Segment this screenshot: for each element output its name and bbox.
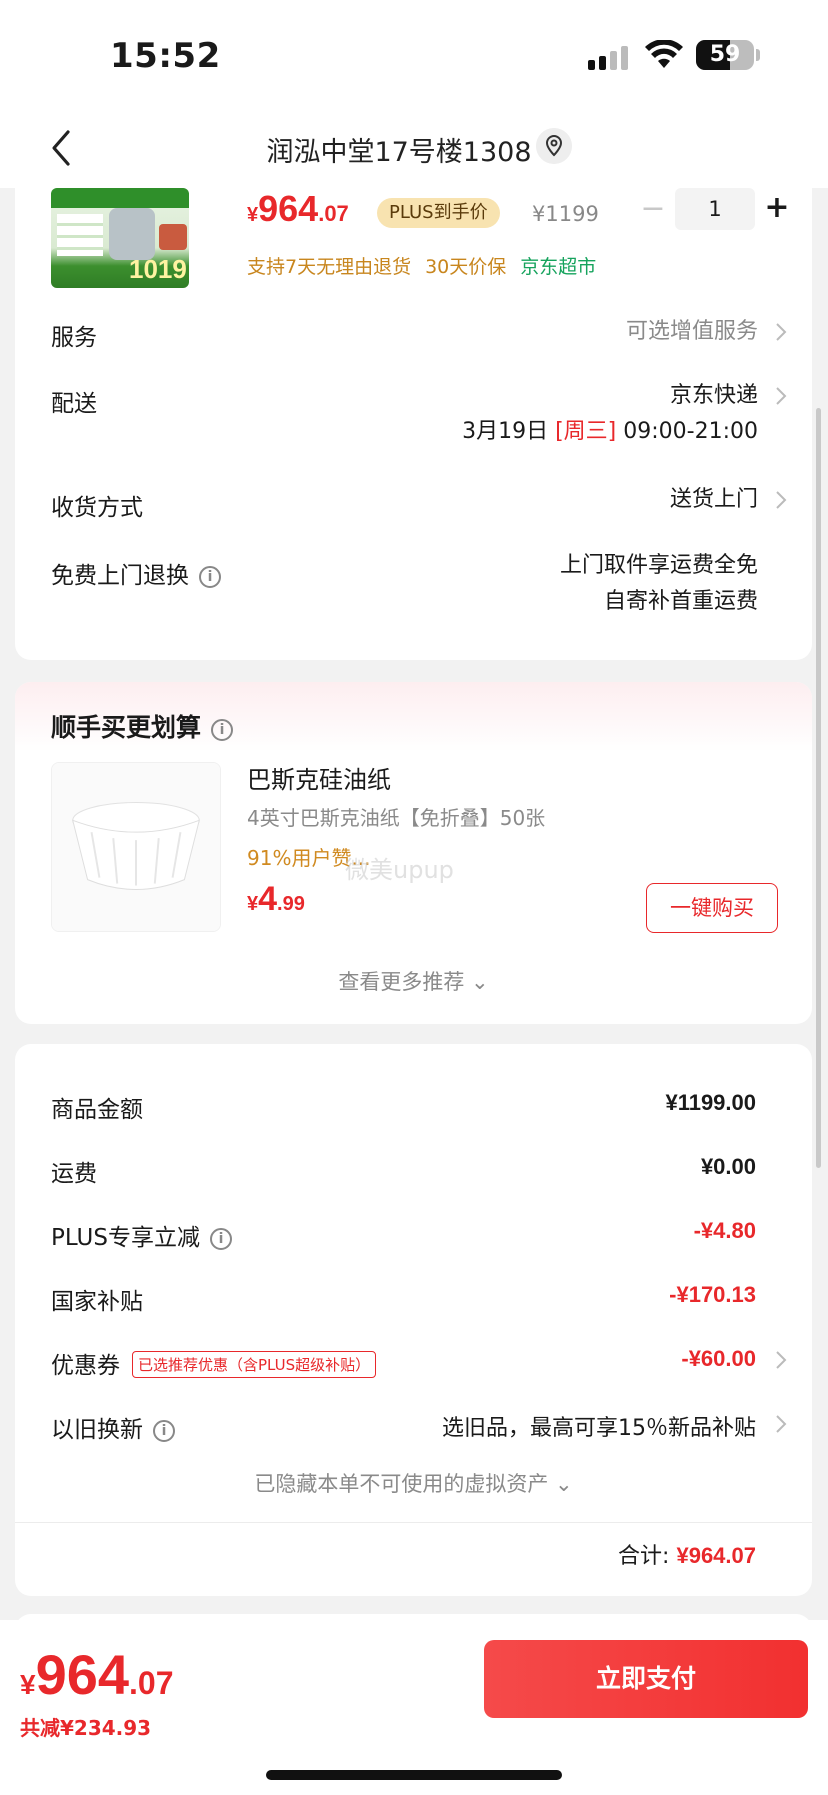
delivery-date: 3月19日 [462,419,549,444]
shipping-value: ¥0.00 [700,1154,756,1179]
receive-method-label: 收货方式 [51,495,143,521]
original-price: ¥1199 [532,202,599,226]
total-value: ¥964.07 [676,1543,756,1568]
tag-return-policy: 支持7天无理由退货 [247,256,412,278]
plus-discount-value: -¥4.80 [693,1218,756,1243]
chevron-right-icon[interactable] [774,490,788,510]
service-value[interactable]: 可选增值服务 [212,314,812,350]
national-subsidy-label: 国家补贴 [51,1289,143,1315]
recommend-product-name[interactable]: 巴斯克硅油纸 [247,760,391,795]
hidden-assets-toggle[interactable]: 已隐藏本单不可使用的虚拟资产 ⌄ [15,1468,812,1498]
plus-discount-label: PLUS专享立减 [51,1225,200,1251]
total-label: 合计: [618,1544,670,1569]
payable-price: ¥964.07 [20,1643,174,1706]
scrollbar[interactable] [816,408,821,1168]
national-subsidy-value: -¥170.13 [669,1282,756,1307]
total-row: 合计: ¥964.07 [618,1538,756,1570]
plus-price-badge: PLUS到手价 [377,198,500,228]
info-icon[interactable]: i [211,719,234,741]
watermark: 微美upup [345,856,454,884]
nav-bar: 润泓中堂17号楼1308 [0,110,828,188]
recommend-card: 顺手买更划算 i 巴斯克硅油纸 4英寸巴斯克油纸【免折叠】50张 91%用户赞..… [15,682,812,1024]
chevron-right-icon[interactable] [774,386,788,406]
location-icon[interactable] [536,128,572,164]
recommend-product-price: ¥4.99 [247,880,305,918]
delivery-carrier[interactable]: 京东快递 [212,378,812,414]
chevron-right-icon[interactable] [774,1414,788,1434]
trade-in-label: 以旧换新 [51,1417,143,1443]
tag-price-protect: 30天价保 [425,256,507,278]
product-price: ¥964.07 [247,188,349,229]
service-label: 服务 [51,325,97,351]
recommend-title: 顺手买更划算 [51,713,202,742]
goods-amount-value: ¥1199.00 [665,1090,756,1115]
delivery-weekday: [周三] [555,419,617,444]
trade-in-value[interactable]: 选旧品，最高可享15％新品补贴 [442,1410,756,1442]
coupon-value[interactable]: -¥60.00 [681,1346,756,1372]
delivery-slot[interactable]: 3月19日 [周三] 09:00-21:00 [212,414,812,450]
recommend-title-row: 顺手买更划算 i [51,708,234,744]
chevron-right-icon[interactable] [774,322,788,342]
free-return-value-1: 上门取件享运费全免 [559,553,758,578]
receive-method-value[interactable]: 送货上门 [212,482,812,518]
tag-jd-supermarket: 京东超市 [520,256,597,278]
goods-amount-label: 商品金额 [51,1097,143,1123]
recommend-product-desc: 4英寸巴斯克油纸【免折叠】50张 [247,806,546,830]
thumbnail-price-text: 1019 [129,254,187,284]
wifi-icon [645,40,683,68]
more-recommend-link[interactable]: 查看更多推荐 ⌄ [15,966,812,996]
status-bar: 15:52 59 [0,0,828,110]
divider [15,1522,812,1523]
coupon-row[interactable]: 优惠券 已选推荐优惠（含PLUS超级补贴） [51,1346,377,1380]
home-indicator[interactable] [266,1770,562,1780]
product-thumbnail[interactable]: 1019 [51,188,189,288]
info-icon[interactable]: i [209,1228,232,1250]
battery-level: 59 [709,42,741,67]
pay-now-button[interactable]: 立即支付 [484,1640,808,1718]
quantity-decrease-button[interactable]: − [635,192,671,228]
one-click-buy-button[interactable]: 一键购买 [646,883,778,933]
free-return-value-2: 自寄补首重运费 [603,589,758,614]
total-saving: 共减¥234.93 [20,1716,152,1740]
signal-icon [588,44,632,70]
coupon-recommend-tag: 已选推荐优惠（含PLUS超级补贴） [132,1351,377,1378]
info-icon[interactable]: i [153,1420,175,1442]
quantity-increase-button[interactable]: + [759,190,795,226]
quantity-field[interactable]: 1 [675,188,755,230]
checkout-bar: ¥964.07 共减¥234.93 立即支付 [0,1620,828,1795]
battery-icon: 59 [696,40,754,70]
coupon-label: 优惠券 [51,1353,120,1379]
delivery-label: 配送 [51,391,97,417]
delivery-time: 09:00-21:00 [623,419,758,444]
free-return-label: 免费上门退换 [51,563,189,589]
chevron-right-icon[interactable] [774,1350,788,1370]
status-time: 15:52 [110,36,221,76]
recommend-product-image[interactable] [51,762,221,932]
order-item-card: 1019 ¥964.07 PLUS到手价 ¥1199 − 1 + 支持7天无理由… [15,188,812,660]
amount-summary-card: 商品金额 ¥1199.00 运费 ¥0.00 PLUS专享立减 i -¥4.80 … [15,1044,812,1596]
address-title[interactable]: 润泓中堂17号楼1308 [0,130,828,169]
plus-discount-row: PLUS专享立减 i [51,1218,232,1252]
trade-in-row[interactable]: 以旧换新 i [51,1410,175,1444]
battery-cap [756,49,760,61]
free-return-row: 免费上门退换 i [51,556,221,590]
shipping-label: 运费 [51,1161,97,1187]
product-tags: 支持7天无理由退货 30天价保 京东超市 [247,252,596,279]
